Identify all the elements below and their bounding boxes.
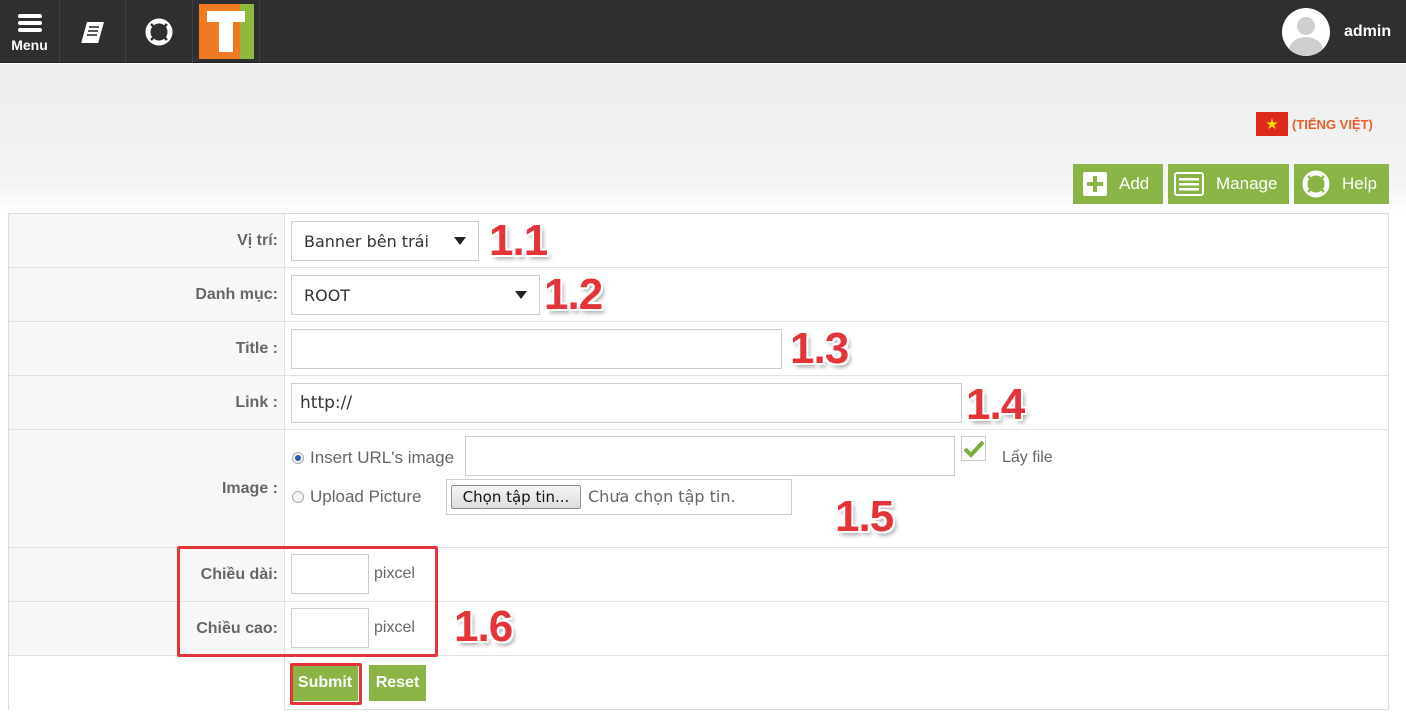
t-logo-icon [198,4,254,59]
menu-label: Menu [11,36,48,53]
no-file-chosen-text: Chưa chọn tập tin. [588,487,736,506]
vietnam-flag-icon: ★ [1256,112,1288,136]
actions-label-cell [9,656,285,710]
link-input[interactable]: http:// [291,383,962,423]
checkmark-icon [963,440,984,458]
upload-picture-radio[interactable] [292,491,304,503]
help-button[interactable]: Help [1294,164,1389,204]
image-label: Image : [9,430,285,547]
annotation-1-6: 1.6 [454,602,513,651]
banner-form: Vị trí: Banner bên trái 1.1 Danh mục: RO… [8,213,1389,710]
lifebuoy-icon [1302,170,1330,198]
position-selected-value: Banner bên trái [304,231,429,251]
category-select[interactable]: ROOT [291,275,540,315]
hamburger-icon [17,11,42,35]
position-row: Vị trí: Banner bên trái 1.1 [9,214,1388,268]
support-button[interactable] [126,0,193,63]
upload-picture-option-label: Upload Picture [310,487,422,506]
url-image-option-label: Insert URL's image [310,448,455,467]
title-label: Title : [9,322,285,375]
lifebuoy-icon [145,18,173,45]
add-label: Add [1119,174,1150,193]
user-menu[interactable]: admin [1276,0,1406,63]
size-fields-highlight [177,546,438,657]
annotation-1-1: 1.1 [489,216,548,265]
link-label: Link : [9,376,285,429]
manage-label: Manage [1216,174,1278,193]
get-file-label: Lấy file [1002,449,1053,466]
annotation-1-4: 1.4 [966,380,1025,429]
chevron-down-icon [515,291,527,299]
help-label: Help [1342,174,1377,193]
reset-button[interactable]: Reset [369,665,426,701]
title-row: Title : 1.3 [9,322,1388,376]
get-file-checkbox[interactable] [961,436,986,461]
position-label: Vị trí: [9,214,285,267]
category-label: Danh mục: [9,268,285,321]
user-name: admin [1344,22,1392,40]
list-icon [1174,172,1204,196]
documentation-button[interactable] [60,0,126,63]
menu-button[interactable]: Menu [0,0,60,63]
manage-button[interactable]: Manage [1168,164,1289,204]
url-image-radio[interactable] [292,452,304,464]
annotation-1-5: 1.5 [835,492,894,541]
image-row: Image : Insert URL's image Lấy file Uplo… [9,430,1388,548]
file-upload-field: Chọn tập tin... Chưa chọn tập tin. [446,479,792,515]
position-select[interactable]: Banner bên trái [291,221,479,261]
title-input[interactable] [291,329,782,369]
category-row: Danh mục: ROOT 1.2 [9,268,1388,322]
chevron-down-icon [454,237,466,245]
content-area: ★ (TIẾNG VIỆT) Add Manage Help Vị trí: B… [0,64,1406,717]
image-url-input[interactable] [465,436,955,476]
avatar [1282,7,1330,56]
actions-row: Submit Reset [9,656,1388,710]
annotation-1-3: 1.3 [790,324,849,373]
choose-file-button[interactable]: Chọn tập tin... [451,485,581,509]
home-logo[interactable] [193,0,260,63]
top-navigation-bar: Menu admin [0,0,1406,63]
category-selected-value: ROOT [304,285,351,305]
plus-icon [1083,172,1107,196]
language-label: (TIẾNG VIỆT) [1292,116,1373,132]
book-icon [80,21,104,43]
add-button[interactable]: Add [1073,164,1163,204]
link-row: Link : http:// 1.4 [9,376,1388,430]
submit-highlight [290,663,362,705]
annotation-1-2: 1.2 [544,270,603,319]
language-switch[interactable]: ★ (TIẾNG VIỆT) [1256,112,1373,136]
